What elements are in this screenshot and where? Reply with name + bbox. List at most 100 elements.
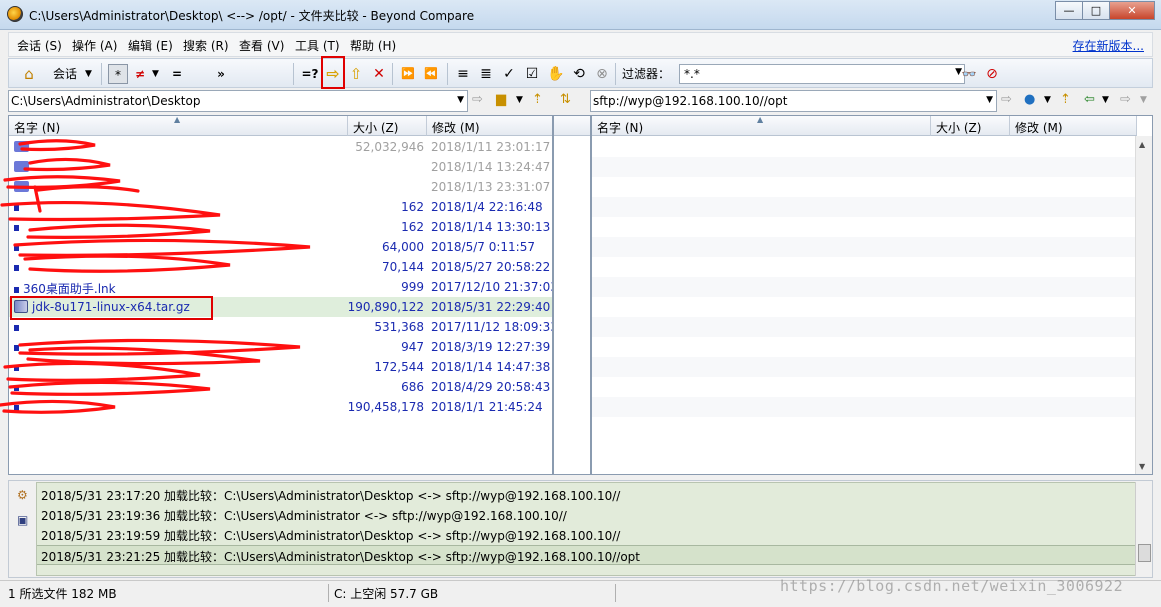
status-selection: 1 所选文件 182 MB	[8, 587, 117, 601]
scroll-down-icon[interactable]: ▼	[1139, 462, 1145, 471]
right-column-name[interactable]: 名字 (N) ▲	[592, 116, 931, 136]
empty-row	[592, 197, 1137, 217]
beyond-compare-logo-icon	[7, 6, 23, 22]
left-column-name[interactable]: 名字 (N) ▲	[9, 116, 348, 136]
scroll-up-icon[interactable]: ▲	[1139, 140, 1145, 149]
menu-view[interactable]: 查看 (V)	[239, 37, 284, 54]
filter-input[interactable]: *.* ▼	[679, 64, 965, 84]
sort-ascending-icon: ▲	[757, 115, 764, 124]
session-button[interactable]: 会话	[53, 64, 77, 84]
copy-to-folder-icon[interactable]: ⇧	[346, 64, 366, 84]
file-row[interactable]: 686 2018/4/29 20:58:43	[9, 377, 552, 397]
file-size: 947	[401, 340, 424, 354]
show-differences-icon[interactable]: ≠	[130, 64, 150, 84]
file-row[interactable]: 2018/1/13 23:31:07	[9, 177, 552, 197]
next-difference-icon[interactable]: ⏩	[398, 64, 418, 84]
browse-folder-icon[interactable]: ▆	[496, 92, 506, 107]
swap-sides-icon[interactable]: ⇅	[560, 92, 571, 107]
back-arrow-icon[interactable]: ⇦	[1084, 92, 1095, 107]
chevron-down-icon[interactable]: ▼	[986, 95, 993, 105]
differences-dropdown-icon[interactable]: ▼	[152, 64, 159, 84]
parent-folder-icon[interactable]: ⇡	[532, 92, 543, 107]
chevron-down-icon[interactable]: ▼	[1102, 95, 1109, 105]
chevron-down-icon[interactable]: ▼	[1140, 95, 1147, 105]
file-row[interactable]: jdk-8u171-linux-x64.tar.gz 190,890,122 201…	[9, 297, 552, 317]
close-button[interactable]: ✕	[1109, 1, 1155, 20]
menu-actions[interactable]: 操作 (A)	[72, 37, 117, 54]
file-row[interactable]: 947 2018/3/19 12:27:39	[9, 337, 552, 357]
left-column-modified[interactable]: 修改 (M)	[427, 116, 552, 136]
empty-row	[592, 337, 1137, 357]
file-name	[14, 400, 23, 414]
chevron-down-icon[interactable]: ▼	[516, 95, 523, 105]
refresh-icon[interactable]: ⟲	[569, 64, 589, 84]
file-row[interactable]: 70,144 2018/5/27 20:58:22	[9, 257, 552, 277]
menu-session[interactable]: 会话 (S)	[17, 37, 62, 54]
home-icon[interactable]: ⌂	[19, 64, 39, 84]
parent-folder-icon[interactable]: ⇡	[1060, 92, 1071, 107]
toolbar-separator	[615, 63, 616, 85]
file-size: 190,890,122	[347, 300, 424, 314]
save-log-icon[interactable]: ▣	[17, 513, 28, 527]
maximize-button[interactable]: □	[1082, 1, 1110, 20]
file-row[interactable]: 190,458,178 2018/1/1 21:45:24	[9, 397, 552, 417]
file-name	[14, 200, 23, 214]
expand-all-icon[interactable]: ≡	[453, 64, 473, 84]
file-size: 52,032,946	[355, 140, 424, 154]
compare-contents-icon[interactable]: =?	[299, 64, 321, 84]
previous-difference-icon[interactable]: ⏪	[421, 64, 441, 84]
file-row[interactable]: 531,368 2017/11/12 18:09:33	[9, 317, 552, 337]
menu-tools[interactable]: 工具 (T)	[295, 37, 340, 54]
file-name	[14, 260, 23, 274]
left-column-size[interactable]: 大小 (Z)	[348, 116, 427, 136]
forward-arrow-icon[interactable]: ⇨	[1120, 92, 1131, 107]
show-filters-icon[interactable]: 👓	[959, 64, 979, 84]
right-scrollbar[interactable]: ▲ ▼	[1135, 136, 1152, 474]
empty-row	[592, 397, 1137, 417]
file-row[interactable]: 52,032,946 2018/1/11 23:01:17	[9, 137, 552, 157]
navigate-icon[interactable]: ⇨	[472, 92, 483, 107]
log-scroll-thumb[interactable]	[1138, 544, 1151, 562]
show-same-icon[interactable]: =	[167, 64, 187, 84]
globe-icon[interactable]: ●	[1024, 92, 1035, 107]
file-size: 162	[401, 220, 424, 234]
file-icon	[14, 345, 19, 351]
right-path-input[interactable]: sftp://wyp@192.168.100.10//opt ▼	[590, 90, 997, 112]
collapse-all-icon[interactable]: ≣	[476, 64, 496, 84]
folder-icon	[14, 161, 29, 172]
update-available-link[interactable]: 存在新版本...	[1073, 37, 1144, 54]
file-name	[14, 180, 33, 194]
show-all-icon[interactable]: *	[108, 64, 128, 84]
navigate-icon[interactable]: ⇨	[1001, 92, 1012, 107]
file-row[interactable]: 64,000 2018/5/7 0:11:57	[9, 237, 552, 257]
chevron-down-icon[interactable]: ▼	[457, 95, 464, 105]
title-bar: C:\Users\Administrator\Desktop\ <--> /op…	[0, 0, 1161, 30]
right-column-size[interactable]: 大小 (Z)	[931, 116, 1010, 136]
menu-search[interactable]: 搜索 (R)	[183, 37, 229, 54]
select-files-icon[interactable]: ✓	[499, 64, 519, 84]
right-column-modified[interactable]: 修改 (M)	[1010, 116, 1137, 136]
more-tools-icon[interactable]: »	[211, 64, 231, 84]
file-icon	[14, 385, 19, 391]
stop-icon[interactable]: ⊗	[592, 64, 612, 84]
select-changed-icon[interactable]: ☑	[522, 64, 542, 84]
file-row[interactable]: 360桌面助手.lnk 999 2017/12/10 21:37:03	[9, 277, 552, 297]
file-row[interactable]: 162 2018/1/4 22:16:48	[9, 197, 552, 217]
file-size: 686	[401, 380, 424, 394]
menu-help[interactable]: 帮助 (H)	[350, 37, 396, 54]
menu-edit[interactable]: 编辑 (E)	[128, 37, 173, 54]
touch-icon[interactable]: ✋	[546, 64, 566, 84]
file-row[interactable]: 162 2018/1/14 13:30:13	[9, 217, 552, 237]
left-path-input[interactable]: C:\Users\Administrator\Desktop ▼	[8, 90, 468, 112]
file-row[interactable]: 2018/1/14 13:24:47	[9, 157, 552, 177]
chevron-down-icon[interactable]: ▼	[1044, 95, 1051, 105]
file-row[interactable]: 172,544 2018/1/14 14:47:38	[9, 357, 552, 377]
log-scrollbar[interactable]	[1135, 482, 1152, 576]
session-dropdown-icon[interactable]: ▼	[85, 64, 92, 84]
hide-filters-icon[interactable]: ⊘	[982, 64, 1002, 84]
delete-icon[interactable]: ✕	[369, 64, 389, 84]
log-line: 2018/5/31 23:19:36 加载比较：C:\Users\Adminis…	[41, 509, 567, 523]
minimize-button[interactable]: —	[1055, 1, 1083, 20]
settings-gear-icon[interactable]: ⚙	[17, 488, 28, 502]
file-icon	[14, 205, 19, 211]
